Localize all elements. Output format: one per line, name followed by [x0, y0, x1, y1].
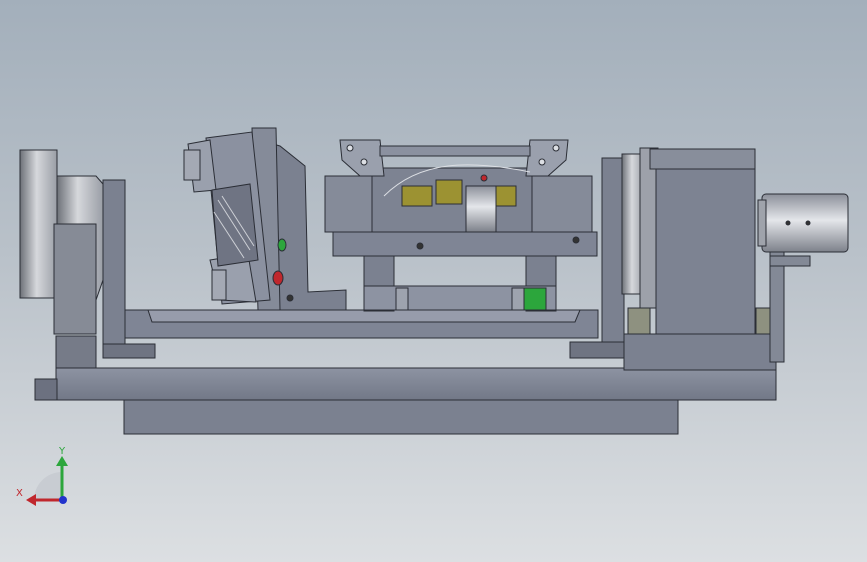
left-hub-plate[interactable] [53, 223, 97, 335]
rail-post-a[interactable] [395, 287, 409, 311]
fixture-top-bar[interactable] [379, 145, 531, 157]
fixture-top-bracket-left[interactable] [339, 139, 385, 177]
clamp-bolt [286, 294, 294, 302]
right-gearbox-top[interactable] [649, 148, 756, 170]
triad-plane-icon [34, 472, 62, 500]
right-gearbox-foot[interactable] [623, 333, 777, 371]
right-foot-block-a[interactable] [627, 307, 651, 335]
clamp-stop[interactable] [211, 269, 227, 301]
rail-post-b[interactable] [511, 287, 525, 311]
bracket-bolt-c [552, 144, 560, 152]
fixture-plate[interactable] [332, 231, 598, 257]
fixture-top-bracket-right[interactable] [525, 139, 569, 177]
yellow-pad-right[interactable] [495, 185, 517, 207]
coordinate-triad[interactable]: Y X [16, 446, 68, 506]
center-fixture[interactable] [324, 139, 598, 312]
left-pillar[interactable] [102, 179, 126, 351]
main-beam[interactable] [55, 367, 777, 401]
tray-inner[interactable] [147, 309, 581, 323]
motor-cylinder[interactable] [761, 193, 849, 253]
beam-end-cap-left[interactable] [34, 378, 58, 401]
tilted-clamp-station[interactable] [183, 127, 347, 311]
motor-screw-a [785, 220, 791, 226]
bracket-bolt-a [346, 144, 354, 152]
fixture-plate-bolt-a [416, 242, 424, 250]
base-block[interactable] [123, 397, 679, 435]
motor-bracket-arm[interactable] [769, 255, 811, 267]
triad-x-arrow-icon [26, 494, 36, 506]
clamp-pad[interactable] [183, 149, 201, 181]
fixture-cylinder[interactable] [465, 185, 497, 233]
left-pillar-foot[interactable] [55, 335, 97, 369]
green-indicator [277, 238, 287, 252]
motor-cap[interactable] [757, 199, 767, 247]
fixture-plate-bolt-b [572, 236, 580, 244]
right-gearbox[interactable] [655, 148, 756, 336]
red-indicator [272, 270, 284, 286]
triad-x-label: X [16, 488, 23, 499]
triad-y-arrow-icon [56, 456, 68, 466]
fixture-red-dot [480, 174, 488, 182]
yellow-pad-center[interactable] [435, 179, 463, 205]
right-pillar[interactable] [601, 157, 625, 355]
right-pillar-base[interactable] [569, 341, 625, 359]
triad-y-label: Y [58, 446, 66, 457]
bracket-bolt-b [360, 158, 368, 166]
left-pillar-base[interactable] [102, 343, 156, 359]
bracket-bolt-d [538, 158, 546, 166]
left-drum[interactable] [19, 149, 58, 299]
triad-z-dot-icon [59, 496, 67, 504]
green-block[interactable] [523, 287, 547, 311]
motor-screw-b [805, 220, 811, 226]
fixture-assembly-model[interactable] [19, 127, 849, 435]
yellow-pad-left[interactable] [401, 185, 433, 207]
fixture-housing-left[interactable] [324, 175, 378, 233]
right-disk-rim[interactable] [639, 147, 659, 309]
clamp-spring-frame[interactable] [211, 183, 259, 267]
fixture-housing-right[interactable] [529, 175, 593, 233]
cad-viewport[interactable]: Y X [0, 0, 867, 562]
